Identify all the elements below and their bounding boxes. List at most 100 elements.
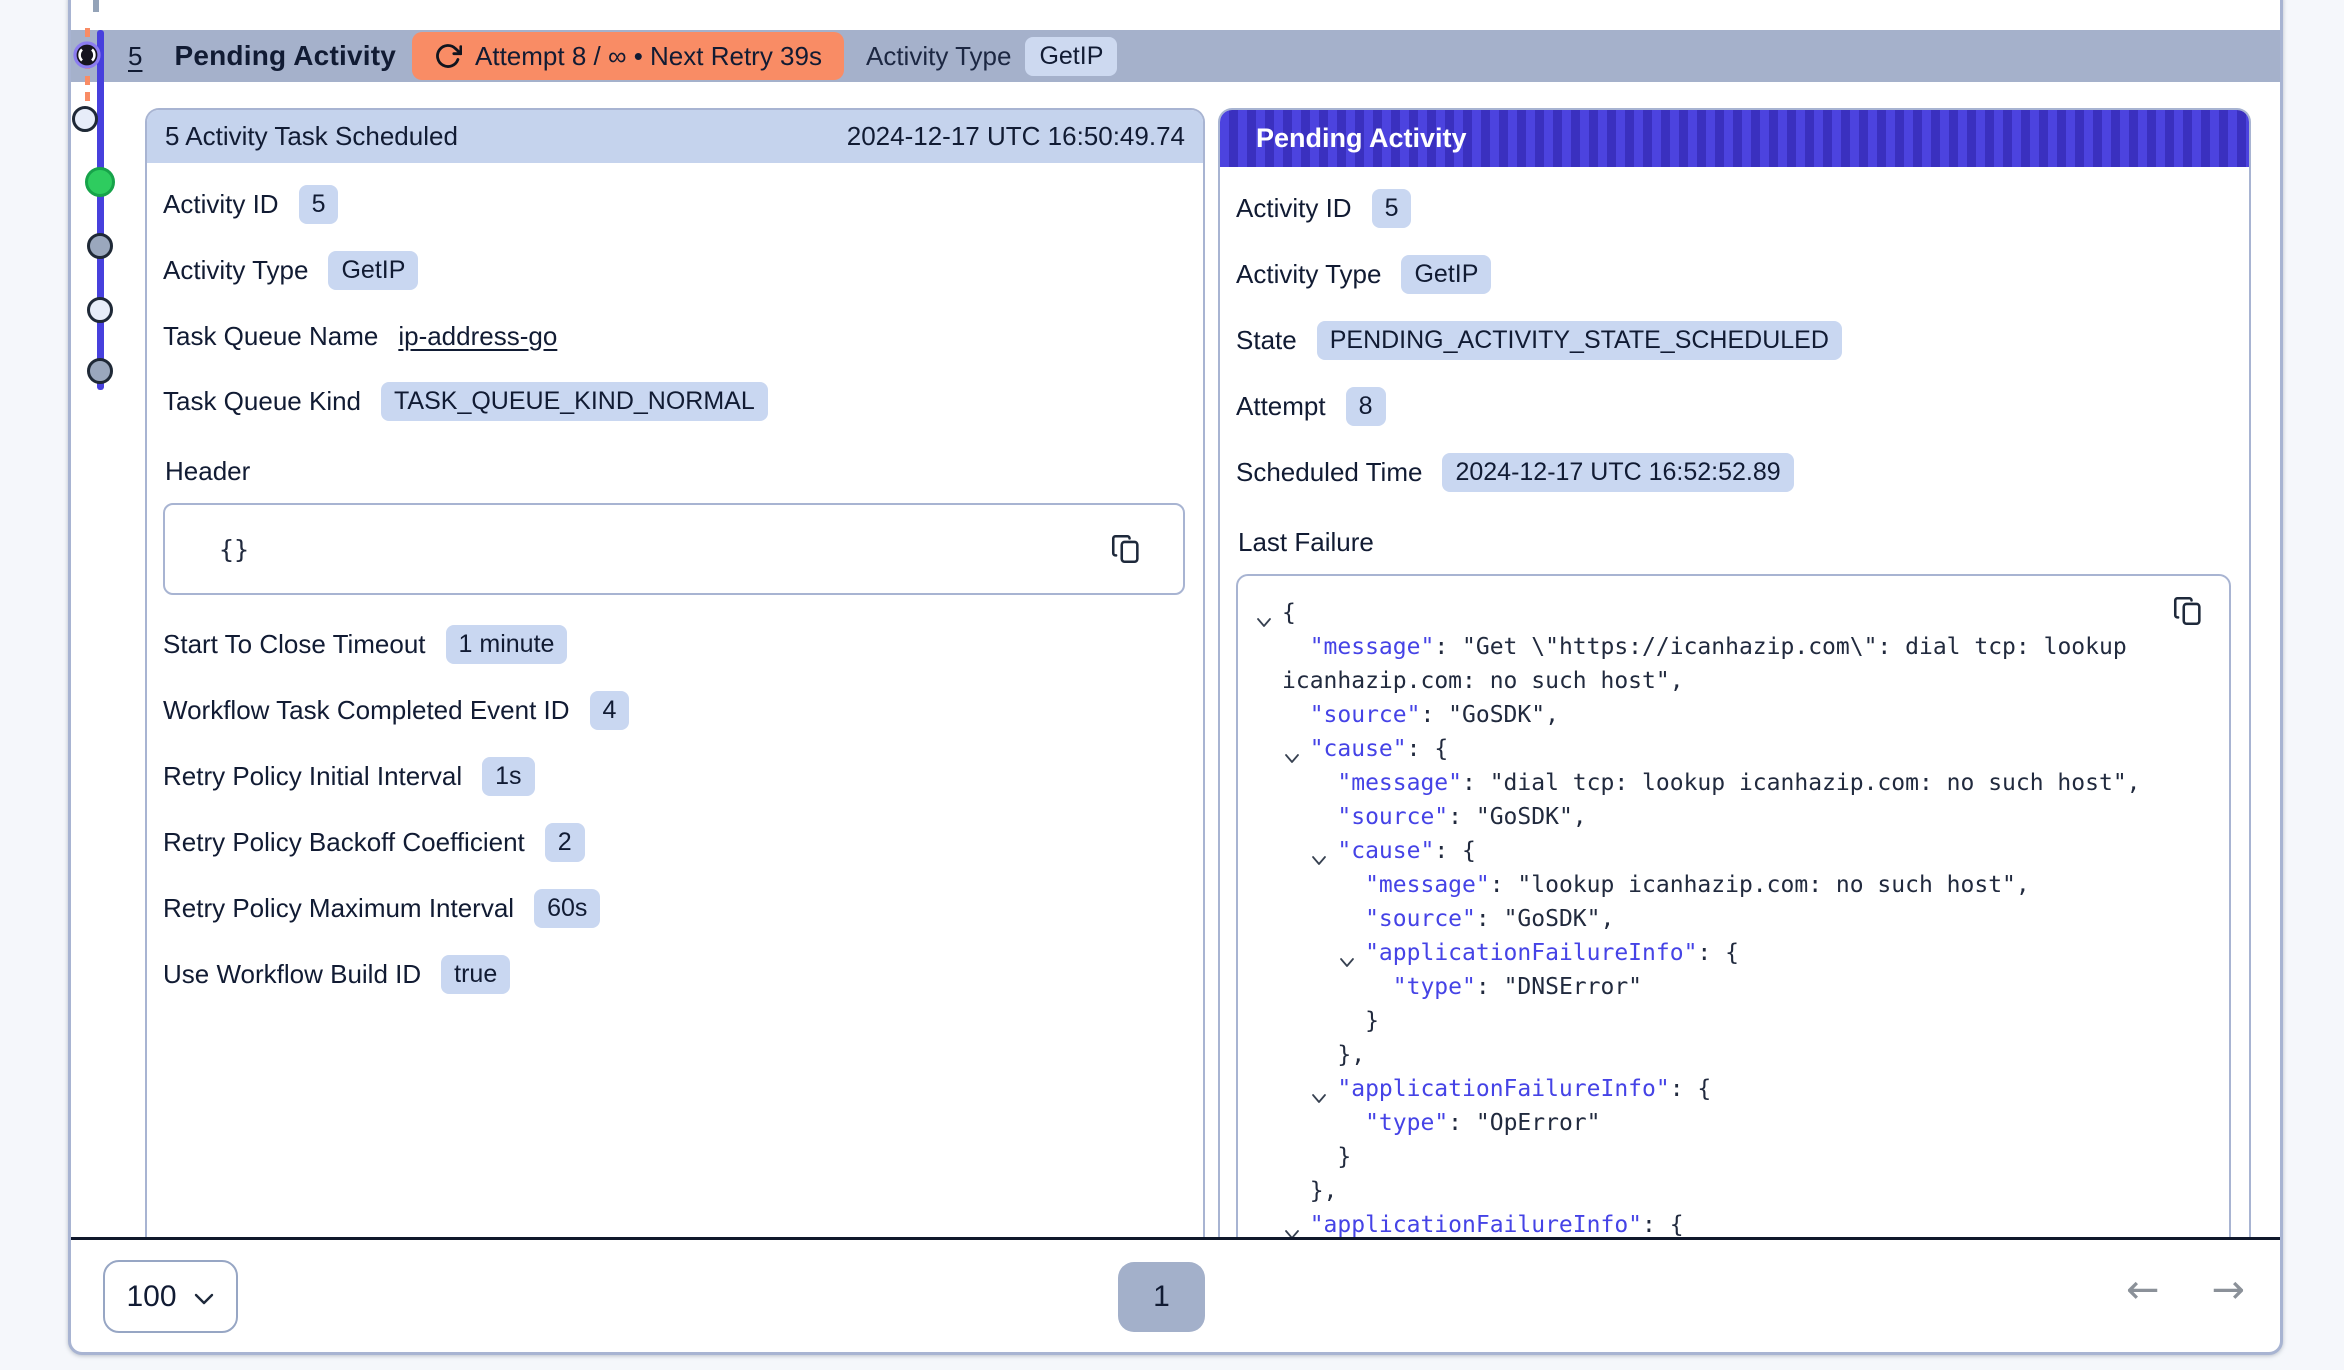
timeline-dot-5[interactable] — [87, 358, 113, 384]
field-label: Task Queue Name — [163, 321, 378, 352]
last-failure-label: Last Failure — [1238, 527, 2231, 558]
json-key: "message" — [1365, 872, 1490, 898]
event-detail-fields-bottom: Start To Close Timeout1 minuteWorkflow T… — [163, 625, 1185, 1021]
field-row-start-to-close-timeout: Start To Close Timeout 1 minute — [163, 625, 1185, 664]
json-punctuation: : — [1448, 1110, 1476, 1136]
json-key: "applicationFailureInfo" — [1310, 1212, 1642, 1237]
field-value-badge: true — [441, 955, 510, 994]
json-punctuation: : — [1476, 974, 1504, 1000]
timeline-dot-4[interactable] — [87, 297, 113, 323]
json-key: "source" — [1365, 906, 1476, 932]
field-value-badge: 1s — [482, 757, 534, 796]
activity-type-label: Activity Type — [866, 41, 1011, 72]
json-code-line: "type": "OpError" — [1282, 1106, 2205, 1140]
event-detail-card: 5 Activity Task Scheduled 2024-12-17 UTC… — [145, 108, 1205, 1237]
json-punctuation: } — [1365, 1008, 1379, 1034]
field-value-badge: 5 — [299, 185, 339, 224]
field-row-attempt: Attempt 8 — [1236, 387, 2231, 426]
event-detail-title: 5 Activity Task Scheduled — [165, 121, 458, 152]
json-punctuation: { — [1282, 600, 1296, 626]
field-row-scheduled-time: Scheduled Time2024-12-17 UTC 16:52:52.89 — [1236, 453, 2231, 492]
next-page-arrow-icon[interactable]: → — [2211, 1268, 2245, 1312]
timeline-dot-2[interactable] — [85, 167, 115, 197]
json-value: "DNSError" — [1504, 974, 1642, 1000]
field-row-retry-policy-maximum-interval: Retry Policy Maximum Interval60s — [163, 889, 1185, 928]
pending-activity-card: Pending Activity Activity ID5Activity Ty… — [1218, 108, 2251, 1237]
last-failure-json: { "message": "Get \"https://icanhazip.com… — [1254, 596, 2205, 1237]
collapse-chevron-icon[interactable] — [1256, 1216, 1300, 1237]
json-key: "source" — [1310, 702, 1421, 728]
field-row-activity-id: Activity ID5 — [163, 185, 1185, 224]
timeline-track-line — [97, 30, 104, 390]
pending-activity-card-header: Pending Activity — [1220, 110, 2249, 167]
json-value: "GoSDK", — [1448, 702, 1559, 728]
json-punctuation: : — [1476, 906, 1504, 932]
json-value: "OpError" — [1476, 1110, 1601, 1136]
pending-activity-title: Pending Activity — [1256, 123, 1467, 154]
previous-page-arrow-icon[interactable]: ← — [2126, 1268, 2160, 1312]
collapse-chevron-icon[interactable] — [1256, 604, 1272, 638]
field-value-badge: 1 minute — [446, 625, 568, 664]
json-code-line: } — [1282, 1140, 2205, 1174]
event-detail-timestamp: 2024-12-17 UTC 16:50:49.74 — [847, 121, 1185, 152]
json-key: "type" — [1365, 1110, 1448, 1136]
json-value: "GoSDK", — [1476, 804, 1587, 830]
field-value-badge: 60s — [534, 889, 600, 928]
json-punctuation: : — [1462, 770, 1490, 796]
field-label: Activity Type — [1236, 259, 1381, 290]
field-label: Task Queue Kind — [163, 386, 361, 417]
timeline-dot-3[interactable] — [87, 233, 113, 259]
field-value-badge: PENDING_ACTIVITY_STATE_SCHEDULED — [1317, 321, 1842, 360]
json-value: "dial tcp: lookup icanhazip.com: no such… — [1490, 770, 2141, 796]
json-punctuation: : — [1490, 872, 1518, 898]
json-key: "message" — [1310, 634, 1435, 660]
json-value: "GoSDK", — [1504, 906, 1615, 932]
event-id-link[interactable]: 5 — [128, 41, 142, 72]
field-row-retry-policy-initial-interval: Retry Policy Initial Interval1s — [163, 757, 1185, 796]
json-key: "source" — [1337, 804, 1448, 830]
field-row-state: StatePENDING_ACTIVITY_STATE_SCHEDULED — [1236, 321, 2231, 360]
last-failure-payload-box[interactable]: { "message": "Get \"https://icanhazip.com… — [1236, 574, 2231, 1237]
field-value-badge: 2024-12-17 UTC 16:52:52.89 — [1442, 453, 1793, 492]
field-label: Retry Policy Backoff Coefficient — [163, 827, 525, 858]
json-key: "message" — [1337, 770, 1462, 796]
pending-activity-fields: Activity ID5Activity TypeGetIPStatePENDI… — [1236, 189, 2231, 519]
copy-icon[interactable] — [1109, 532, 1143, 566]
event-row-header[interactable]: 5 Pending Activity Attempt 8 / ∞ • Next … — [71, 30, 2280, 82]
event-detail-body: Activity ID5 Activity TypeGetIP Task Queue… — [147, 163, 1203, 1237]
field-value-badge: GetIP — [328, 251, 418, 290]
field-row-activity-type: Activity Type GetIP — [1236, 255, 2231, 294]
retry-icon — [434, 42, 462, 70]
json-code-line: "applicationFailureInfo": { — [1282, 1072, 2205, 1106]
activity-type-badge: GetIP — [1025, 37, 1117, 76]
header-section-label: Header — [165, 456, 1185, 487]
field-value-badge: 8 — [1346, 387, 1386, 426]
field-row-activity-type: Activity TypeGetIP — [163, 251, 1185, 290]
field-value-badge: TASK_QUEUE_KIND_NORMAL — [381, 382, 768, 421]
json-key: "cause" — [1337, 838, 1434, 864]
json-key: "applicationFailureInfo" — [1365, 940, 1697, 966]
json-code-line: { — [1282, 596, 2205, 630]
field-value-badge: 4 — [590, 691, 630, 730]
current-page-button[interactable]: 1 — [1118, 1262, 1205, 1332]
page-size-select[interactable]: 100 — [103, 1260, 238, 1333]
json-key: "cause" — [1310, 736, 1407, 762]
json-code-line: "source": "GoSDK", — [1282, 698, 2205, 732]
field-value-badge: 5 — [1372, 189, 1412, 228]
timeline-dot-1[interactable] — [72, 106, 98, 132]
field-label: Start To Close Timeout — [163, 629, 426, 660]
json-code-line: "cause": { — [1282, 834, 2205, 868]
field-label: Attempt — [1236, 391, 1326, 422]
field-row-task-queue-name: Task Queue Name ip-address-go — [163, 317, 1185, 355]
field-value-badge: GetIP — [1401, 255, 1491, 294]
page-size-value: 100 — [126, 1280, 176, 1314]
json-code-line: "applicationFailureInfo": { — [1282, 1208, 2205, 1237]
json-code-line: "source": "GoSDK", — [1282, 800, 2205, 834]
json-code-line: "message": "lookup icanhazip.com: no suc… — [1282, 868, 2205, 902]
pending-activity-icon[interactable] — [71, 39, 103, 71]
header-payload-code: {} — [219, 535, 249, 564]
json-code-line: "message": "Get \"https://icanhazip.com\… — [1282, 630, 2205, 698]
current-page-number: 1 — [1153, 1280, 1170, 1314]
field-row-task-queue-kind: Task Queue Kind TASK_QUEUE_KIND_NORMAL — [163, 382, 1185, 421]
task-queue-link[interactable]: ip-address-go — [398, 321, 557, 352]
